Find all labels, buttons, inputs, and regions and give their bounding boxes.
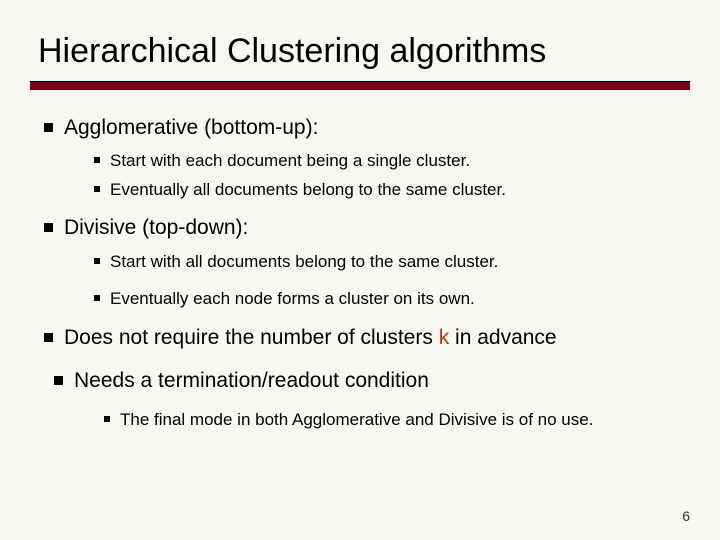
bullet-text: Needs a termination/readout condition [74, 369, 429, 392]
sub-item: The final mode in both Agglomerative and… [102, 409, 684, 432]
bullet-item: Agglomerative (bottom-up): Start with ea… [36, 114, 684, 202]
bullet-list: Agglomerative (bottom-up): Start with ea… [30, 114, 690, 432]
bullet-item: Does not require the number of clusters … [36, 324, 684, 352]
sub-item: Eventually all documents belong to the s… [92, 179, 684, 202]
variable-k: k [439, 326, 450, 349]
sub-item: Start with all documents belong to the s… [92, 251, 684, 274]
sub-list: Start with each document being a single … [64, 150, 684, 202]
page-number: 6 [682, 508, 690, 524]
bullet-text-pre: Does not require the number of clusters [64, 326, 439, 349]
sub-item: Start with each document being a single … [92, 150, 684, 173]
sub-item: Eventually each node forms a cluster on … [92, 288, 684, 311]
slide: Hierarchical Clustering algorithms Agglo… [0, 0, 720, 540]
slide-title: Hierarchical Clustering algorithms [38, 32, 690, 71]
title-rule [30, 81, 690, 90]
bullet-text: Agglomerative (bottom-up): [64, 116, 318, 139]
bullet-item: Needs a termination/readout condition Th… [46, 367, 684, 432]
sub-list: The final mode in both Agglomerative and… [74, 409, 684, 432]
bullet-text-post: in advance [449, 326, 556, 349]
bullet-item: Divisive (top-down): Start with all docu… [36, 214, 684, 310]
sub-list: Start with all documents belong to the s… [64, 251, 684, 311]
bullet-text: Divisive (top-down): [64, 216, 248, 239]
